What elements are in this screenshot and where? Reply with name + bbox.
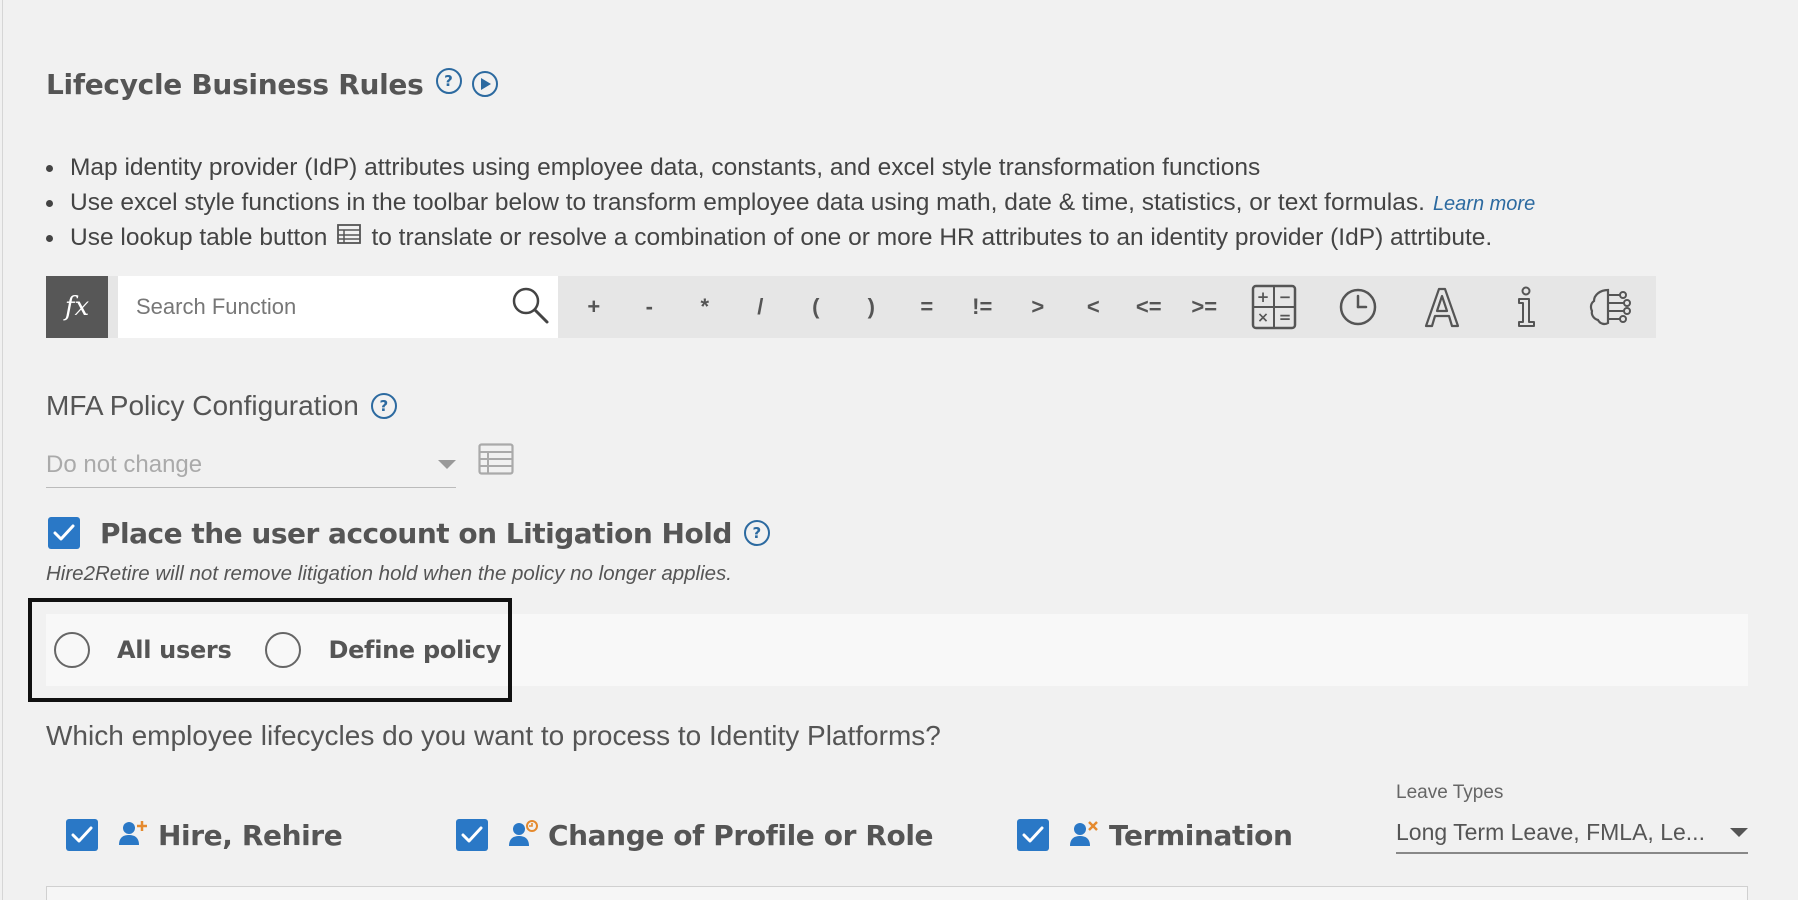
operator-greater-button[interactable]: >: [1010, 294, 1066, 320]
leave-types-dropdown[interactable]: Long Term Leave, FMLA, Le...: [1396, 812, 1748, 854]
leave-types-label: Leave Types: [1396, 782, 1504, 803]
termination-label: Termination: [1109, 818, 1293, 852]
operator-multiply-button[interactable]: *: [677, 294, 733, 320]
mfa-policy-section: MFA Policy Configuration ?: [46, 388, 397, 424]
instructions-list: Map identity provider (IdP) attributes u…: [46, 150, 1535, 255]
all-users-label[interactable]: All users: [117, 636, 232, 664]
instruction-text: Use lookup table button: [70, 224, 328, 251]
mfa-policy-dropdown[interactable]: Do not change: [46, 442, 456, 488]
leave-types-value: Long Term Leave, FMLA, Le...: [1396, 818, 1705, 845]
litigation-hold-checkbox[interactable]: [48, 517, 80, 549]
svg-text:=: =: [1279, 308, 1292, 326]
all-users-radio[interactable]: [54, 632, 90, 668]
operator-less-equal-button[interactable]: <=: [1121, 294, 1177, 320]
page-title: Lifecycle Business Rules: [46, 67, 424, 101]
lifecycle-change: Change of Profile or Role: [456, 818, 934, 852]
operator-open-paren-button[interactable]: (: [788, 294, 844, 320]
instruction-text: Map identity provider (IdP) attributes u…: [70, 154, 1261, 181]
svg-text:×: ×: [1257, 310, 1269, 326]
mfa-policy-value: Do not change: [46, 450, 203, 478]
change-profile-label: Change of Profile or Role: [548, 818, 934, 852]
hire-rehire-checkbox[interactable]: [66, 819, 98, 851]
page-left-border: [2, 0, 3, 900]
chevron-down-icon: [1730, 827, 1748, 837]
title-row: Lifecycle Business Rules ?: [46, 64, 498, 104]
operator-greater-equal-button[interactable]: >=: [1177, 294, 1233, 320]
lookup-table-icon[interactable]: [478, 443, 514, 480]
define-policy-label[interactable]: Define policy: [328, 636, 501, 664]
operator-equals-button[interactable]: =: [899, 294, 955, 320]
math-calculator-icon[interactable]: + − × =: [1232, 284, 1316, 330]
search-function-box: [118, 276, 558, 338]
ai-brain-icon[interactable]: [1568, 287, 1652, 327]
litigation-hold-label: Place the user account on Litigation Hol…: [100, 516, 732, 550]
fx-button[interactable]: fx: [46, 276, 108, 338]
operator-minus-button[interactable]: -: [622, 294, 678, 320]
mfa-policy-label: MFA Policy Configuration: [46, 390, 359, 421]
text-function-icon[interactable]: [1400, 286, 1484, 328]
user-change-icon: [508, 819, 538, 852]
lifecycle-hire: Hire, Rehire: [66, 818, 343, 852]
chevron-down-icon: [438, 460, 456, 469]
operator-plus-button[interactable]: +: [566, 294, 622, 320]
lifecycle-details-panel: [46, 886, 1748, 900]
termination-checkbox[interactable]: [1017, 819, 1049, 851]
policy-radio-group: All users Define policy: [54, 632, 501, 668]
instruction-text: to translate or resolve a combination of…: [371, 224, 1493, 251]
litigation-hold-row: Place the user account on Litigation Hol…: [48, 516, 770, 550]
learn-more-link[interactable]: Learn more: [1433, 193, 1535, 215]
info-icon[interactable]: [1484, 286, 1568, 328]
operator-close-paren-button[interactable]: ): [844, 294, 900, 320]
litigation-hold-note: Hire2Retire will not remove litigation h…: [46, 562, 732, 585]
help-icon[interactable]: ?: [435, 68, 462, 94]
search-function-input[interactable]: [136, 294, 510, 320]
date-time-clock-icon[interactable]: [1316, 287, 1400, 327]
instruction-item: Use lookup table button to translate or r…: [46, 220, 1535, 255]
hire-rehire-label: Hire, Rehire: [158, 818, 343, 852]
operator-divide-button[interactable]: /: [733, 294, 789, 320]
operator-not-equals-button[interactable]: !=: [955, 294, 1011, 320]
litigation-help-icon[interactable]: ?: [743, 520, 770, 546]
mfa-help-icon[interactable]: ?: [370, 393, 397, 419]
instruction-item: Map identity provider (IdP) attributes u…: [46, 150, 1535, 185]
operator-buttons: + - * / ( ) = != > < <= >=: [566, 294, 1232, 320]
instruction-text: Use excel style functions in the toolbar…: [70, 189, 1425, 216]
user-add-icon: [118, 819, 148, 852]
search-icon[interactable]: [510, 285, 550, 330]
user-remove-icon: [1069, 819, 1099, 852]
lookup-table-icon: [337, 219, 362, 254]
svg-text:−: −: [1279, 288, 1292, 306]
leave-types-field: Leave Types Long Term Leave, FMLA, Le...: [1396, 782, 1748, 854]
instruction-item: Use excel style functions in the toolbar…: [46, 185, 1535, 220]
lifecycle-termination: Termination: [1017, 818, 1293, 852]
svg-text:+: +: [1257, 288, 1270, 306]
play-video-icon[interactable]: [471, 71, 498, 97]
operator-less-button[interactable]: <: [1066, 294, 1122, 320]
define-policy-radio[interactable]: [265, 632, 302, 668]
change-profile-checkbox[interactable]: [456, 819, 488, 851]
lifecycle-question: Which employee lifecycles do you want to…: [46, 720, 941, 751]
function-toolbar: fx + - * / ( ) = != > < <= >= +−×=: [46, 276, 1656, 338]
